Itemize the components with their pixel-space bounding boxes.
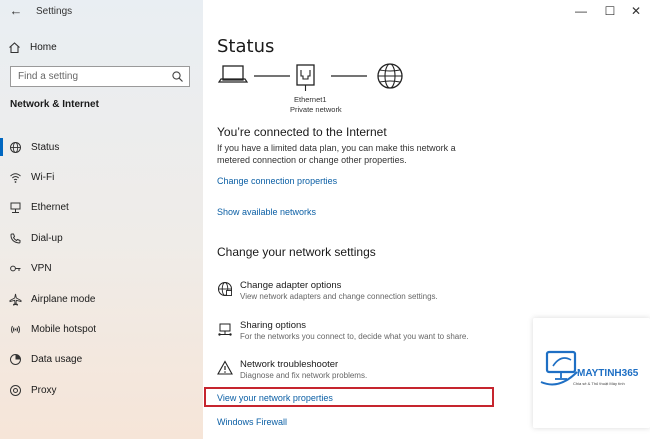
option-title: Change adapter options (240, 280, 342, 291)
show-available-networks-link[interactable]: Show available networks (217, 207, 316, 217)
sidebar-item-vpn[interactable]: VPN (0, 254, 203, 284)
airplane-icon (9, 290, 31, 308)
option-title: Network troubleshooter (240, 359, 339, 370)
section-title: Network & Internet (10, 99, 99, 110)
connection-name: Ethernet1 (294, 95, 327, 104)
sidebar-item-label: VPN (31, 263, 52, 275)
sidebar-item-label: Proxy (31, 384, 57, 396)
home-nav-item[interactable]: Home (8, 38, 198, 56)
vpn-icon (9, 260, 31, 278)
sidebar-item-label: Wi-Fi (31, 172, 55, 184)
sidebar: Home Find a setting Network & Internet S… (0, 0, 203, 439)
search-input[interactable]: Find a setting (10, 66, 190, 87)
network-troubleshooter[interactable]: Network troubleshooter Diagnose and fix … (217, 359, 477, 387)
sidebar-item-label: Airplane mode (31, 293, 96, 305)
brand-name: MAYTINH365 (577, 368, 639, 379)
option-title: Sharing options (240, 320, 307, 331)
sidebar-item-label: Ethernet (31, 202, 69, 214)
option-subtitle: View network adapters and change connect… (240, 292, 438, 301)
sidebar-item-proxy[interactable]: Proxy (0, 375, 203, 405)
change-settings-heading: Change your network settings (217, 245, 376, 259)
window-title: Settings (36, 6, 73, 17)
brand-tagline: Chia sẻ & Thủ thuật Máy tính (573, 381, 625, 386)
change-connection-properties-link[interactable]: Change connection properties (217, 176, 337, 186)
sidebar-item-airplane-mode[interactable]: Airplane mode (0, 284, 203, 314)
sharing-icon (217, 321, 233, 337)
sidebar-item-dialup[interactable]: Dial-up (0, 223, 203, 253)
option-subtitle: For the networks you connect to, decide … (240, 332, 469, 341)
sidebar-item-data-usage[interactable]: Data usage (0, 345, 203, 375)
ethernet-icon (9, 199, 31, 217)
windows-firewall-link[interactable]: Windows Firewall (217, 417, 287, 427)
back-arrow-icon[interactable]: ← (8, 3, 24, 19)
option-subtitle: Diagnose and fix network problems. (240, 371, 368, 380)
laptop-icon (217, 65, 249, 83)
connected-description: If you have a limited data plan, you can… (217, 143, 456, 165)
home-icon (8, 38, 30, 56)
sidebar-item-label: Mobile hotspot (31, 324, 97, 336)
internet-globe-icon (377, 63, 403, 89)
sidebar-item-mobile-hotspot[interactable]: Mobile hotspot (0, 314, 203, 344)
dialup-icon (9, 229, 31, 247)
sidebar-item-ethernet[interactable]: Ethernet (0, 193, 203, 223)
watermark: MAYTINH365 Chia sẻ & Thủ thuật Máy tính (533, 318, 650, 428)
sharing-options[interactable]: Sharing options For the networks you con… (217, 320, 477, 348)
wifi-icon (9, 169, 31, 187)
page-title: Status (217, 36, 275, 57)
sidebar-item-wifi[interactable]: Wi-Fi (0, 162, 203, 192)
nav-list: Status Wi-Fi Ethernet Dial-up VPN Airpla… (0, 132, 203, 406)
globe-icon (9, 138, 31, 156)
selection-indicator (0, 138, 3, 156)
connection-diagram: Ethernet1 Private network (217, 62, 407, 122)
highlight-box (204, 387, 494, 407)
connected-heading: You’re connected to the Internet (217, 125, 387, 139)
warning-icon (217, 360, 233, 376)
sidebar-item-label: Status (31, 141, 60, 153)
sidebar-item-label: Data usage (31, 354, 83, 366)
home-label: Home (30, 41, 57, 53)
change-adapter-options[interactable]: Change adapter options View network adap… (217, 280, 477, 308)
sidebar-item-status[interactable]: Status (0, 132, 203, 162)
search-placeholder: Find a setting (18, 71, 79, 82)
adapter-icon (217, 281, 233, 297)
data-usage-icon (9, 351, 31, 369)
connection-type: Private network (290, 105, 342, 114)
proxy-icon (9, 381, 31, 399)
sidebar-item-label: Dial-up (31, 232, 63, 244)
brand-logo-icon (540, 350, 578, 386)
ethernet-port-icon (296, 64, 315, 91)
search-icon[interactable] (171, 70, 184, 83)
hotspot-icon (9, 321, 31, 339)
